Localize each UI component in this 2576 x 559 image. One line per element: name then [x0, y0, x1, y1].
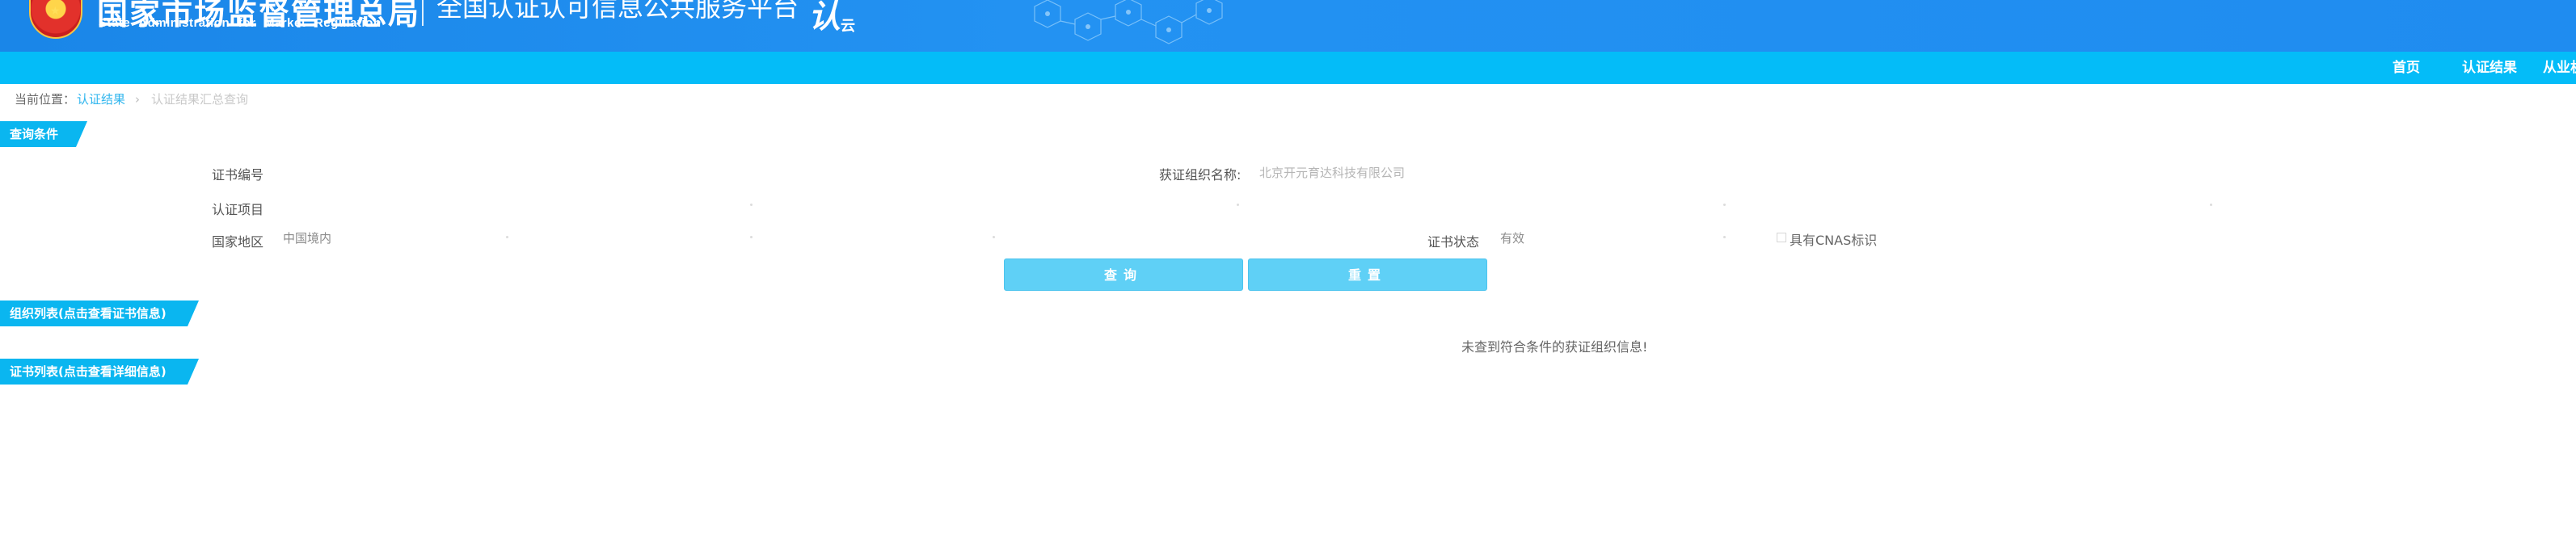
cnas-label: 具有CNAS标识: [1790, 233, 1878, 248]
select-marker: [2210, 204, 2212, 206]
select-marker: [750, 236, 753, 238]
select-marker: [506, 236, 508, 238]
header-divider: [422, 0, 424, 26]
national-emblem-icon: ★: [29, 0, 82, 39]
platform-logo-suffix: 云: [841, 18, 855, 35]
status-select[interactable]: 有效: [1500, 229, 1524, 246]
org-list-section-title: 组织列表(点击查看证书信息): [0, 301, 199, 326]
breadcrumb-link-cert-results[interactable]: 认证结果: [77, 92, 125, 107]
platform-logo-main: 认: [808, 0, 841, 36]
region-label: 国家地区: [212, 234, 264, 250]
main-nav: 首页 认证结果 从业机: [0, 52, 2576, 84]
select-marker: [1723, 236, 1726, 238]
cert-no-label: 证书编号: [212, 167, 264, 183]
select-marker: [993, 236, 995, 238]
search-button[interactable]: 查询: [1004, 258, 1243, 291]
org-list-empty-message: 未查到符合条件的获证组织信息!: [1461, 339, 1648, 355]
cnas-checkbox[interactable]: [1777, 233, 1786, 242]
site-header: ★ 国家市场监督管理总局 State Administration for Ma…: [0, 0, 2576, 52]
nav-item-practitioners[interactable]: 从业机: [2543, 52, 2576, 84]
status-label: 证书状态: [1427, 234, 1480, 250]
nav-item-cert-results[interactable]: 认证结果: [2462, 52, 2517, 84]
project-label: 认证项目: [212, 202, 264, 217]
org-name-en: State Administration for Market Regulati…: [99, 16, 382, 30]
reset-button[interactable]: 重置: [1248, 258, 1487, 291]
select-marker: [750, 204, 753, 206]
platform-name: 全国认证认可信息公共服务平台: [436, 0, 799, 23]
platform-logo: 认云: [808, 0, 855, 37]
breadcrumb-current: 认证结果汇总查询: [151, 92, 249, 107]
query-section-title: 查询条件: [0, 121, 87, 147]
nav-item-home[interactable]: 首页: [2393, 52, 2420, 84]
select-marker: [1237, 204, 1239, 206]
cert-list-section-title: 证书列表(点击查看详细信息): [0, 359, 199, 385]
region-select[interactable]: 中国境内: [283, 229, 331, 246]
org-name-input[interactable]: 北京开元育达科技有限公司: [1259, 164, 1405, 181]
breadcrumb: 当前位置： 认证结果 › 认证结果汇总查询: [15, 90, 248, 107]
breadcrumb-separator: ›: [135, 92, 141, 107]
breadcrumb-prefix: 当前位置：: [15, 92, 76, 107]
select-marker: [1723, 204, 1726, 206]
hexagon-pattern-decoration: [1034, 0, 1223, 44]
org-name-label: 获证组织名称:: [1159, 167, 1242, 183]
